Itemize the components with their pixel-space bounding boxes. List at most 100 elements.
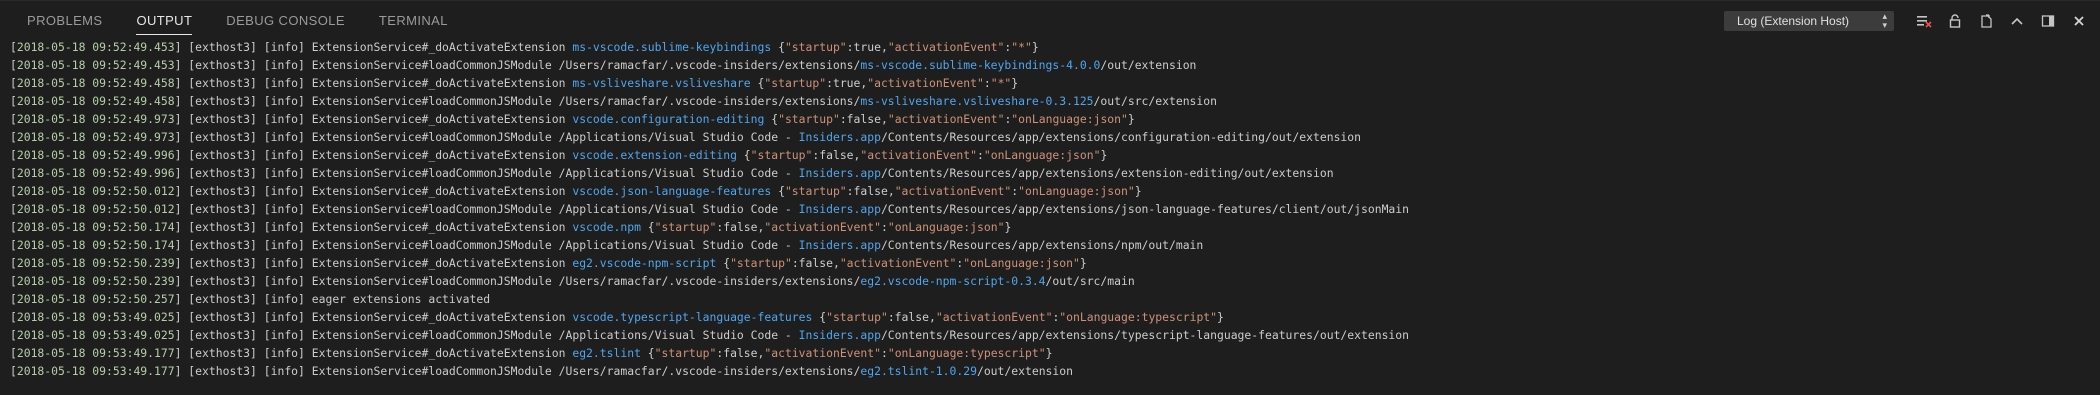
log-link[interactable]: ms-vsliveshare.vsliveshare: [572, 76, 750, 90]
log-text: ] [exthost3] [info] ExtensionService#loa…: [174, 130, 799, 144]
lock-scroll-icon[interactable]: [1940, 6, 1970, 36]
log-text: }: [1004, 220, 1012, 234]
log-text: :true,: [826, 76, 868, 90]
log-text: :false,: [846, 184, 895, 198]
log-text: :: [983, 76, 991, 90]
log-string: "startup": [764, 76, 827, 90]
log-text: :false,: [716, 346, 765, 360]
log-link[interactable]: vscode.extension-editing: [572, 148, 737, 162]
log-line: [2018-05-18 09:52:49.453] [exthost3] [in…: [10, 38, 2100, 56]
log-string: "activationEvent": [860, 148, 977, 162]
log-text: [: [10, 238, 17, 252]
log-text: }: [1134, 184, 1142, 198]
log-text: ] [exthost3] [info] ExtensionService#loa…: [174, 202, 799, 216]
log-text: /out/src/main: [1045, 274, 1135, 288]
log-link[interactable]: Insiders.app: [799, 202, 881, 216]
panel-actions: Log (Extension Host) ▴ ▾: [1724, 1, 2100, 41]
log-line: [2018-05-18 09:52:50.239] [exthost3] [in…: [10, 272, 2100, 290]
log-text: /out/src/extension: [1093, 94, 1217, 108]
log-timestamp: 2018-05-18 09:53:49.177: [16, 346, 175, 360]
log-timestamp: 2018-05-18 09:52:49.453: [16, 40, 175, 54]
log-string: "startup": [730, 256, 792, 270]
log-string: "activationEvent": [764, 346, 881, 360]
tab-terminal[interactable]: TERMINAL: [370, 1, 457, 41]
log-string: "activationEvent": [867, 76, 984, 90]
log-text: /out/extension: [976, 364, 1073, 378]
log-string: "onLanguage:json": [963, 256, 1080, 270]
log-line: [2018-05-18 09:52:49.973] [exthost3] [in…: [10, 128, 2100, 146]
log-timestamp: 2018-05-18 09:52:49.973: [16, 130, 175, 144]
log-text: ] [exthost3] [info] ExtensionService#loa…: [174, 58, 861, 72]
log-text: {: [640, 220, 655, 234]
log-link[interactable]: Insiders.app: [799, 328, 881, 342]
maximize-panel-icon[interactable]: [2002, 6, 2032, 36]
log-text: }: [1217, 310, 1224, 324]
log-text: /Contents/Resources/app/extensions/types…: [880, 328, 1409, 342]
log-link[interactable]: vscode.json-language-features: [572, 184, 771, 198]
log-line: [2018-05-18 09:52:49.458] [exthost3] [in…: [10, 92, 2100, 110]
log-line: [2018-05-18 09:52:50.012] [exthost3] [in…: [10, 200, 2100, 218]
log-timestamp: 2018-05-18 09:52:50.239: [16, 256, 175, 270]
log-text: [: [10, 166, 17, 180]
log-string: "activationEvent": [894, 184, 1012, 198]
log-text: /Contents/Resources/app/extensions/confi…: [880, 130, 1361, 144]
log-link[interactable]: Insiders.app: [799, 238, 881, 252]
log-line: [2018-05-18 09:52:50.174] [exthost3] [in…: [10, 236, 2100, 254]
output-channel-select[interactable]: Log (Extension Host) ▴ ▾: [1724, 11, 1894, 31]
log-link[interactable]: ms-vsliveshare.vsliveshare-0.3.125: [860, 94, 1093, 108]
log-string: "onLanguage:typescript": [1059, 310, 1218, 324]
log-link[interactable]: Insiders.app: [799, 130, 881, 144]
log-text: [: [10, 292, 17, 306]
log-line: [2018-05-18 09:52:50.239] [exthost3] [in…: [10, 254, 2100, 272]
tab-output[interactable]: OUTPUT: [127, 1, 201, 41]
log-text: [: [10, 364, 17, 378]
log-line: [2018-05-18 09:52:49.458] [exthost3] [in…: [10, 74, 2100, 92]
log-text: [: [10, 184, 17, 198]
log-text: }: [1100, 148, 1108, 162]
log-text: ] [exthost3] [info] ExtensionService#_do…: [174, 148, 573, 162]
log-text: ] [exthost3] [info] eager extensions act…: [174, 292, 491, 306]
log-link[interactable]: eg2.tslint-1.0.29: [860, 364, 977, 378]
log-text: {: [771, 184, 785, 198]
log-text: :false,: [812, 148, 861, 162]
log-timestamp: 2018-05-18 09:53:49.177: [16, 364, 175, 378]
panel-header: PROBLEMS OUTPUT DEBUG CONSOLE TERMINAL L…: [0, 1, 2100, 41]
log-link[interactable]: ms-vscode.sublime-keybindings-4.0.0: [860, 58, 1100, 72]
log-text: {: [764, 112, 779, 126]
log-timestamp: 2018-05-18 09:52:49.458: [16, 76, 175, 90]
log-text: :false,: [716, 220, 765, 234]
log-link[interactable]: vscode.configuration-editing: [572, 112, 764, 126]
output-log[interactable]: [2018-05-18 09:52:49.453 ] [exthost3] [in…: [0, 38, 2100, 380]
tab-problems[interactable]: PROBLEMS: [18, 1, 111, 41]
tab-debug-console[interactable]: DEBUG CONSOLE: [217, 1, 354, 41]
log-link[interactable]: eg2.tslint: [572, 346, 641, 360]
log-text: }: [1127, 112, 1135, 126]
open-log-file-icon[interactable]: [1971, 6, 2001, 36]
log-text: /Contents/Resources/app/extensions/json-…: [880, 202, 1409, 216]
log-string: "activationEvent": [935, 310, 1053, 324]
log-text: [: [10, 112, 17, 126]
log-string: "activationEvent": [764, 220, 881, 234]
toggle-panel-position-icon[interactable]: [2033, 6, 2063, 36]
log-link[interactable]: eg2.vscode-npm-script-0.3.4: [860, 274, 1045, 288]
close-panel-icon[interactable]: [2064, 6, 2094, 36]
log-link[interactable]: vscode.typescript-language-features: [572, 310, 812, 324]
log-text: ] [exthost3] [info] ExtensionService#_do…: [174, 346, 573, 360]
log-text: [: [10, 220, 17, 234]
log-line: [2018-05-18 09:52:49.453] [exthost3] [in…: [10, 56, 2100, 74]
log-text: ] [exthost3] [info] ExtensionService#_do…: [174, 256, 573, 270]
log-link[interactable]: Insiders.app: [799, 166, 881, 180]
log-timestamp: 2018-05-18 09:52:50.174: [16, 238, 175, 252]
log-text: :true,: [846, 40, 888, 54]
log-text: :false,: [791, 256, 840, 270]
log-text: ] [exthost3] [info] ExtensionService#_do…: [174, 76, 573, 90]
log-line: [2018-05-18 09:53:49.177] [exthost3] [in…: [10, 362, 2100, 380]
log-text: [: [10, 310, 17, 324]
log-link[interactable]: ms-vscode.sublime-keybindings: [572, 40, 771, 54]
log-link[interactable]: vscode.npm: [572, 220, 641, 234]
log-text: /Contents/Resources/app/extensions/npm/o…: [880, 238, 1204, 252]
log-string: "startup": [750, 148, 813, 162]
log-link[interactable]: eg2.vscode-npm-script: [572, 256, 716, 270]
clear-output-icon[interactable]: [1909, 6, 1939, 36]
log-text: ] [exthost3] [info] ExtensionService#loa…: [174, 238, 799, 252]
